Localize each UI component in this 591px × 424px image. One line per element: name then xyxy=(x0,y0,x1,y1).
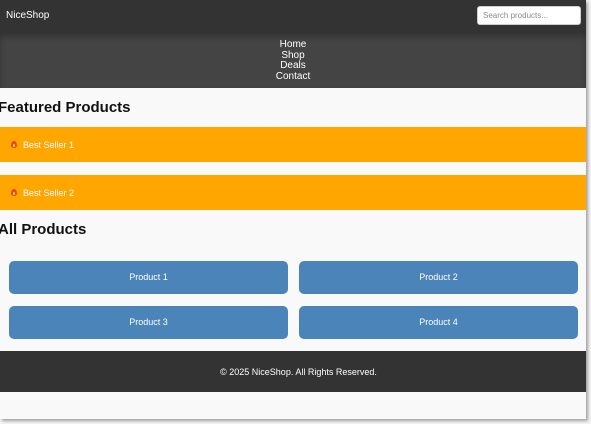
search-input[interactable] xyxy=(477,6,581,25)
featured-item-best-seller-1[interactable]: Best Seller 1 xyxy=(0,127,586,162)
all-products-title: All Products xyxy=(0,221,87,238)
brand-logo[interactable]: NiceShop xyxy=(6,10,49,21)
featured-item-label: Best Seller 1 xyxy=(23,140,75,150)
product-card-3[interactable]: Product 3 xyxy=(9,306,288,339)
fire-icon xyxy=(11,189,17,196)
nav-list: Home Shop Deals Contact xyxy=(0,39,586,83)
featured-item-best-seller-2[interactable]: Best Seller 2 xyxy=(0,175,586,210)
top-bar: NiceShop xyxy=(0,0,586,33)
footer: © 2025 NiceShop. All Rights Reserved. xyxy=(0,351,586,392)
nav-item-home[interactable]: Home xyxy=(0,39,586,51)
main-nav: Home Shop Deals Contact xyxy=(0,33,586,88)
page: NiceShop Home Shop Deals Contact Feature… xyxy=(0,0,586,419)
nav-item-deals[interactable]: Deals xyxy=(0,60,586,72)
product-card-4[interactable]: Product 4 xyxy=(299,306,578,339)
fire-icon xyxy=(11,141,17,148)
featured-item-label: Best Seller 2 xyxy=(23,188,75,198)
copyright-text: © 2025 NiceShop. All Rights Reserved. xyxy=(220,367,377,377)
product-card-1[interactable]: Product 1 xyxy=(9,261,288,294)
nav-item-contact[interactable]: Contact xyxy=(0,71,586,83)
product-card-2[interactable]: Product 2 xyxy=(299,261,578,294)
featured-products-title: Featured Products xyxy=(0,99,131,116)
